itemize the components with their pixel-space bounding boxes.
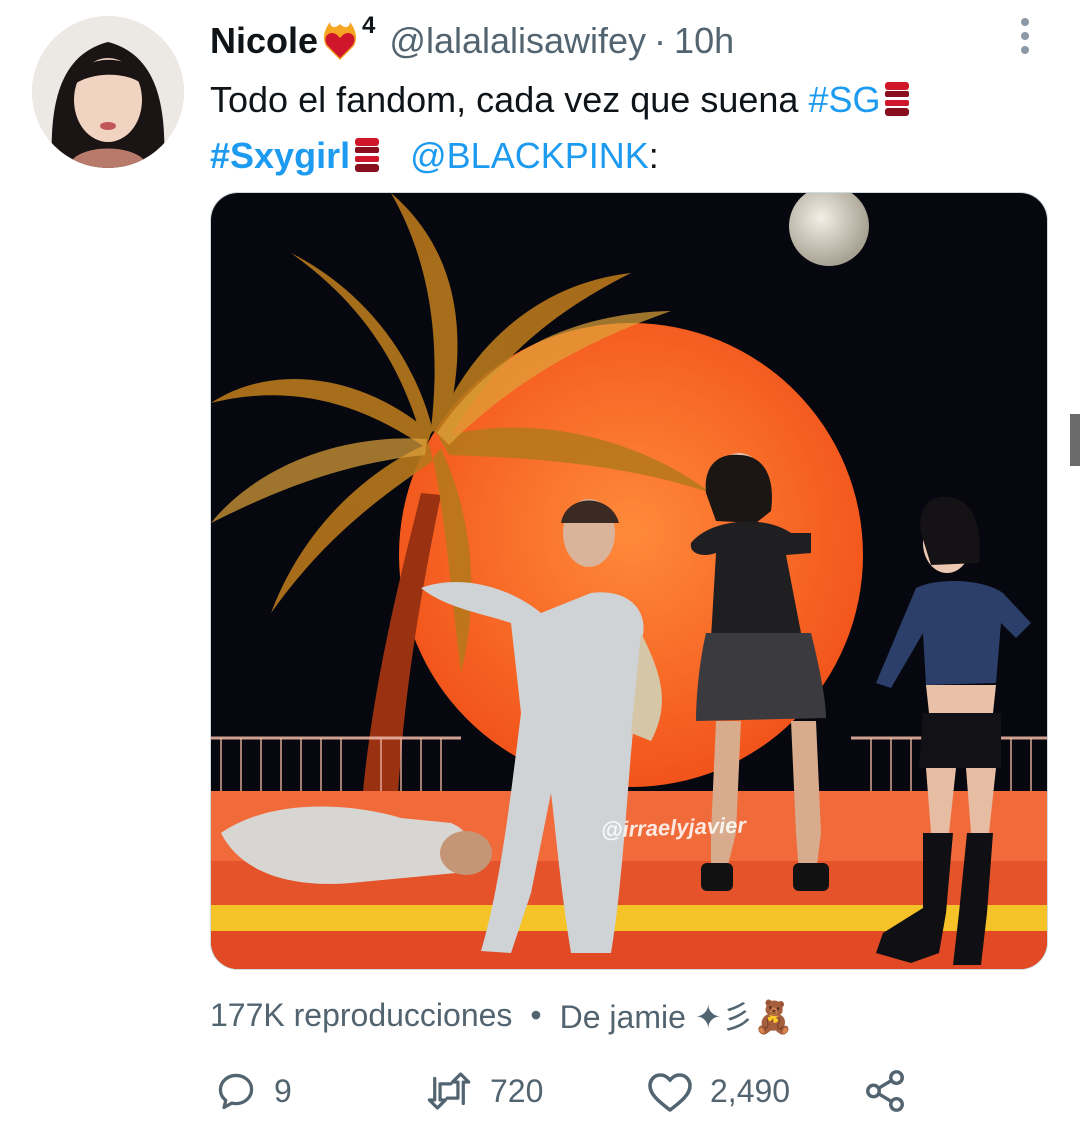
share-button[interactable]: [862, 1068, 908, 1114]
video-watermark: @irraelyjavier: [600, 812, 747, 843]
reply-icon: [218, 1073, 254, 1110]
like-count: 2,490: [710, 1072, 791, 1109]
views-separator: •: [530, 996, 542, 1033]
sg-emoji-icon: [885, 82, 910, 117]
more-vertical-icon: [1021, 18, 1029, 26]
video-source[interactable]: De jamie ✦彡🧸: [560, 992, 794, 1038]
scrollbar-thumb[interactable]: [1070, 414, 1080, 466]
tweet-text-line1: Todo el fandom, cada vez que suena: [210, 79, 799, 120]
tweet-text: Todo el fandom, cada vez que suena #SG #…: [210, 72, 1050, 184]
tweet-text-colon: :: [648, 135, 659, 176]
flaming-heart-icon: [323, 22, 357, 60]
tweet-time[interactable]: 10h: [674, 20, 734, 62]
view-count: 177K reproducciones: [210, 996, 513, 1033]
reply-count: 9: [274, 1072, 292, 1109]
heart-icon: [648, 1073, 692, 1112]
reply-button[interactable]: 9: [214, 1069, 292, 1113]
author-name[interactable]: Nicole: [210, 20, 318, 62]
more-options-button[interactable]: [1010, 14, 1040, 58]
header-separator: ·: [654, 20, 667, 61]
hashtag-sxygirl[interactable]: #Sxygirl: [210, 135, 350, 176]
action-bar: 9 720 2,490: [210, 1062, 930, 1120]
sg-emoji-icon: [355, 138, 380, 173]
hashtag-sg[interactable]: #SG: [808, 79, 880, 120]
video-frame: [211, 193, 1047, 969]
mention-blackpink[interactable]: @BLACKPINK: [410, 135, 649, 176]
share-icon: [866, 1070, 904, 1112]
badge-number: 4: [362, 12, 376, 39]
tweet-header: Nicole 4 @lalalalisawifey · 10h: [210, 12, 1000, 66]
author-avatar[interactable]: [32, 16, 184, 168]
avatar-image: [32, 16, 184, 168]
view-count-row: 177K reproducciones • De jamie ✦彡🧸: [210, 992, 793, 1038]
retweet-button[interactable]: 720: [424, 1069, 543, 1113]
author-handle[interactable]: @lalalalisawifey: [389, 20, 646, 62]
tweet-video[interactable]: @irraelyjavier: [210, 192, 1048, 970]
retweet-icon: [427, 1072, 471, 1110]
retweet-count: 720: [490, 1072, 544, 1109]
fandom-badge: 4: [320, 12, 375, 62]
like-button[interactable]: 2,490: [646, 1069, 790, 1113]
